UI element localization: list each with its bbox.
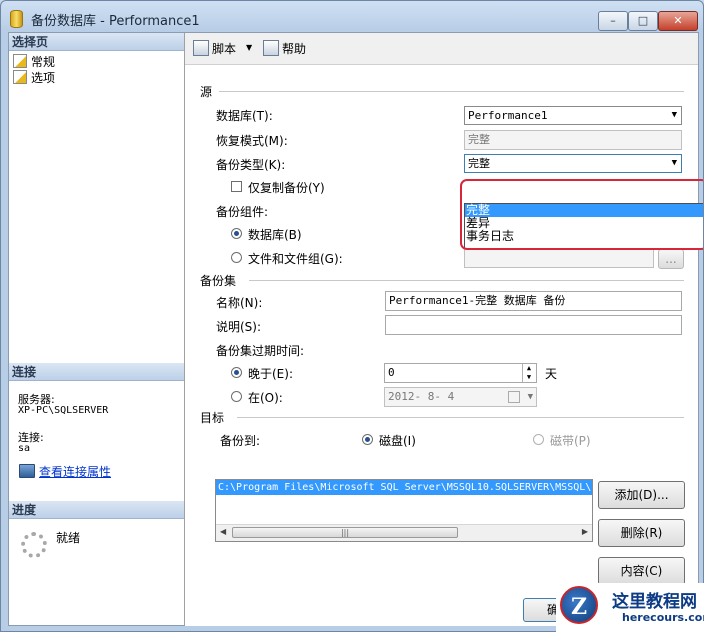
browse-files-button[interactable]: ... [658,249,684,269]
list-item[interactable]: C:\Program Files\Microsoft SQL Server\MS… [216,480,592,495]
expiration-label: 备份集过期时间: [216,344,305,358]
recovery-model-field: 完整 [464,130,682,150]
script-icon [193,40,209,56]
dialog-client: 选择页 常规 选项 连接 服务器: XP-PC\SQLSERVER 连接: sa… [8,32,703,626]
progress-header: 进度 [9,501,184,519]
connection-properties-icon [19,464,35,478]
copy-only-label: 仅复制备份(Y) [248,181,325,195]
window-title: 备份数据库 - Performance1 [31,14,200,29]
divider [219,91,684,92]
toolbar: 脚本 ▼ 帮助 [185,33,698,63]
source-group-label: 源 [200,85,213,99]
divider [237,417,684,418]
maximize-button[interactable]: □ [628,11,658,31]
calendar-icon [508,391,520,403]
page-item-label: 选项 [31,71,56,85]
progress-spinner-icon [21,532,47,558]
watermark-title: 这里教程网 [612,592,697,612]
add-destination-button[interactable]: 添加(D)... [598,481,685,509]
view-connection-properties-link[interactable]: 查看连接属性 [19,463,111,480]
files-field [464,248,654,268]
spinner-arrows-icon[interactable]: ▲ ▼ [522,364,535,382]
server-value: XP-PC\SQLSERVER [18,405,109,416]
database-label: 数据库(T): [216,109,273,123]
minimize-button[interactable]: – [598,11,628,31]
expire-after-value: 0 [388,366,395,379]
backup-set-name-label: 名称(N): [216,296,263,310]
watermark-url: herecours.com [622,611,704,624]
close-button[interactable]: ✕ [658,11,698,31]
highlight-annotation [460,179,703,250]
help-label: 帮助 [282,42,307,56]
expire-on-radio[interactable] [231,391,242,402]
backup-set-description-input[interactable] [385,315,682,335]
component-database-label: 数据库(B) [248,228,302,242]
database-dropdown[interactable]: Performance1 ▼ [464,106,682,125]
script-dropdown-arrow[interactable]: ▼ [246,40,252,56]
expire-on-date-picker: 2012- 8- 4 ▼ [384,387,537,407]
page-icon [13,70,27,84]
backup-set-group-label: 备份集 [200,274,237,288]
scroll-right-icon[interactable]: ▶ [582,527,588,536]
destination-group-label: 目标 [200,411,225,425]
connection-header: 连接 [9,363,184,381]
expire-after-radio[interactable] [231,367,242,378]
select-page-header: 选择页 [9,33,184,51]
horizontal-scrollbar[interactable]: ◀ ||| ▶ [216,524,592,541]
page-icon [13,54,27,68]
title-bar[interactable]: 备份数据库 - Performance1 – □ ✕ [1,1,703,35]
backup-to-label: 备份到: [220,434,261,448]
remove-destination-button[interactable]: 删除(R) [598,519,685,547]
scroll-left-icon[interactable]: ◀ [220,527,226,536]
destination-list[interactable]: C:\Program Files\Microsoft SQL Server\MS… [215,479,593,542]
expire-after-label: 晚于(E): [248,367,293,381]
script-label: 脚本 [212,42,237,56]
backup-type-value: 完整 [468,157,490,170]
help-icon [263,40,279,56]
chevron-down-icon: ▼ [671,110,677,120]
chevron-down-icon: ▼ [527,392,533,402]
contents-button[interactable]: 内容(C) [598,557,685,585]
connection-value: sa [18,443,31,454]
help-button[interactable]: 帮助 [263,40,306,56]
page-item-options[interactable]: 选项 [13,70,55,85]
chevron-down-icon: ▼ [671,158,677,168]
destination-disk-radio[interactable] [362,434,373,445]
backup-component-label: 备份组件: [216,205,269,219]
backup-type-label: 备份类型(K): [216,158,286,172]
database-value: Performance1 [468,109,548,122]
copy-only-checkbox[interactable] [231,181,242,192]
general-page: 源 数据库(T): Performance1 ▼ 恢复模式(M): 完整 备份类型… [185,64,703,626]
watermark: Z 这里教程网 herecours.com [556,583,704,632]
view-connection-properties-text[interactable]: 查看连接属性 [39,465,111,479]
progress-status: 就绪 [56,531,81,545]
component-database-radio[interactable] [231,228,242,239]
recovery-model-label: 恢复模式(M): [216,134,288,148]
scroll-thumb[interactable]: ||| [232,527,458,538]
expire-after-input[interactable]: 0 ▲ ▼ [384,363,537,383]
page-item-general[interactable]: 常规 [13,54,55,69]
backup-type-dropdown[interactable]: 完整 ▼ [464,154,682,173]
component-files-label: 文件和文件组(G): [248,252,343,266]
backup-set-description-label: 说明(S): [216,320,262,334]
destination-tape-radio[interactable] [533,434,544,445]
database-icon [10,10,23,28]
page-item-label: 常规 [31,55,56,69]
expire-on-label: 在(O): [248,391,283,405]
destination-disk-label: 磁盘(I) [379,434,416,448]
expire-on-value: 2012- 8- 4 [388,390,455,403]
destination-tape-label: 磁带(P) [550,434,591,448]
watermark-logo-icon: Z [560,586,598,624]
divider [249,280,684,281]
expire-after-unit: 天 [545,367,558,381]
script-button[interactable]: 脚本 [193,40,236,56]
component-files-radio[interactable] [231,252,242,263]
backup-database-window: 备份数据库 - Performance1 – □ ✕ 选择页 常规 选项 连接 … [0,0,704,632]
backup-set-name-input[interactable]: Performance1-完整 数据库 备份 [385,291,682,311]
left-pane: 选择页 常规 选项 连接 服务器: XP-PC\SQLSERVER 连接: sa… [9,33,185,625]
